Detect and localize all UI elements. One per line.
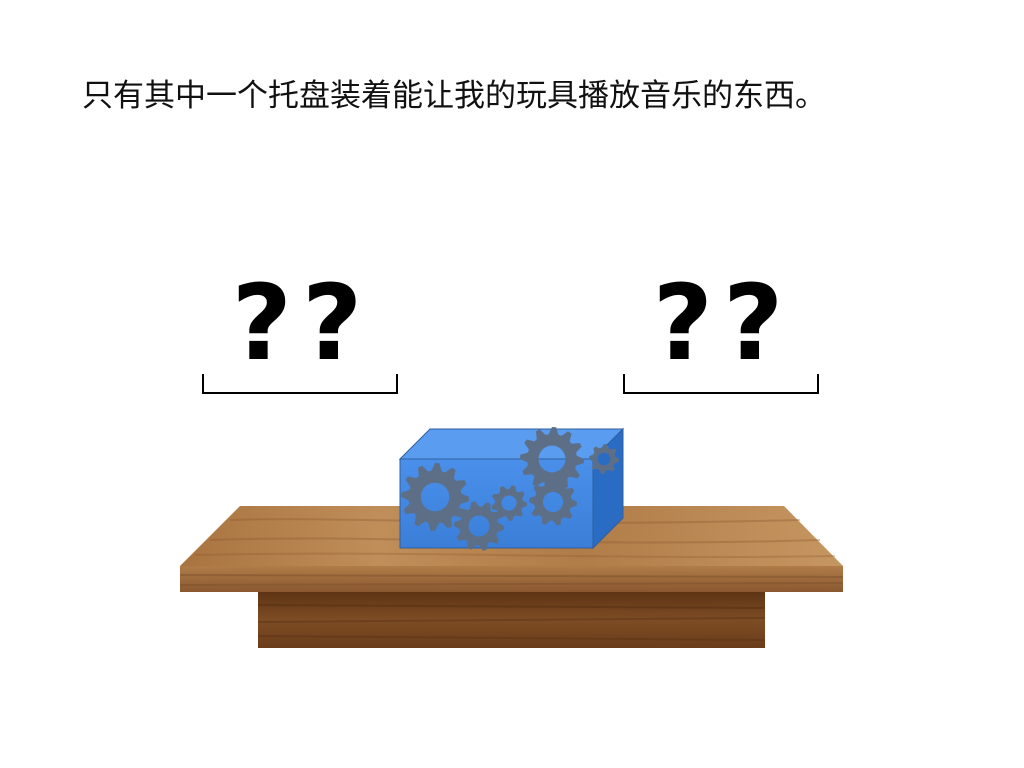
box-top [398, 428, 625, 460]
music-box[interactable] [398, 427, 625, 551]
table-edge [180, 566, 843, 592]
scene [179, 427, 844, 648]
